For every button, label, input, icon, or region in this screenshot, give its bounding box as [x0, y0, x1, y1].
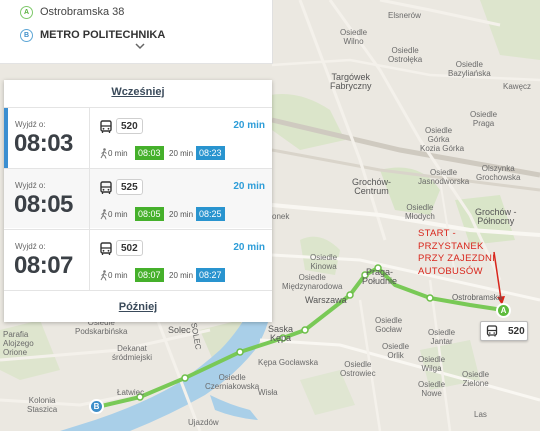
- bus-tag-line: 520: [508, 325, 525, 337]
- depart-time: 08:03: [14, 130, 73, 157]
- arrival-time: 08:25: [196, 207, 225, 221]
- map-label: Osiedle Bazyliańska: [448, 60, 491, 78]
- departure-block: Wyjdź o: 08:07: [4, 230, 90, 290]
- line-number-badge: 502: [116, 240, 143, 256]
- depart-time: 08:07: [14, 252, 73, 279]
- map-label: Elsnerów: [388, 11, 421, 20]
- annotation-line: PRZYSTANEK: [418, 240, 484, 252]
- arrival-time: 08:27: [196, 268, 225, 282]
- origin-badge: A: [20, 5, 33, 19]
- destination-badge: B: [20, 28, 33, 42]
- map-label: Osiedle Czerniakowska: [205, 373, 260, 391]
- map-label: Osiedle Kinowa: [310, 253, 338, 271]
- trip-duration: 20 min: [233, 120, 265, 131]
- map-label: Wisła: [258, 388, 278, 397]
- walk-minutes: 0 min: [108, 271, 128, 280]
- route-endpoints-panel: A Ostrobramska 38 B METRO POLITECHNIKA: [0, 0, 273, 64]
- map-label: Warszawa: [305, 295, 347, 305]
- walk-icon: [100, 148, 107, 159]
- board-time: 08:05: [135, 207, 164, 221]
- depart-time: 08:05: [14, 191, 73, 218]
- divider: [4, 290, 272, 291]
- trip-duration: 20 min: [233, 181, 265, 192]
- map-label: Targówek Fabryczny: [330, 72, 372, 91]
- chevron-down-icon[interactable]: [134, 41, 146, 51]
- map-label: Osiedle Praga: [470, 110, 498, 128]
- annotation-line: START -: [418, 228, 456, 239]
- map-label: Łatwiec: [117, 388, 145, 397]
- map-label: Ujazdów: [188, 418, 219, 427]
- line-number-badge: 525: [116, 179, 143, 195]
- map-label: Osiedle Górka: [425, 126, 453, 144]
- trip-duration: 20 min: [233, 242, 265, 253]
- origin-stop-name: Ostrobramska 38: [40, 6, 125, 18]
- route-option[interactable]: Wyjdź o: 08:05 525 20 min 0 min 08:05 20…: [4, 168, 272, 229]
- walk-minutes: 0 min: [108, 149, 128, 158]
- depart-label: Wyjdź o:: [15, 181, 46, 190]
- line-number-badge: 520: [116, 118, 143, 134]
- departure-block: Wyjdź o: 08:05: [4, 169, 90, 229]
- later-link[interactable]: Później: [4, 301, 272, 313]
- map-label: Olszynka Grochowska: [476, 164, 521, 182]
- map-label: Osiedle Młodych: [405, 203, 435, 221]
- marker-a[interactable]: A: [496, 303, 511, 318]
- map-label: Grochów - Północny: [475, 207, 517, 226]
- board-time: 08:03: [135, 146, 164, 160]
- map-label: Las: [474, 410, 487, 419]
- map-label: Kolonia Staszica: [27, 396, 58, 414]
- departure-block: Wyjdź o: 08:03: [4, 108, 90, 168]
- map-label: Osiedle Ostrowiec: [340, 360, 376, 378]
- ride-minutes: 20 min: [169, 210, 194, 219]
- arrival-time: 08:23: [196, 146, 225, 160]
- map-label: Kępa Gocławska: [258, 358, 319, 367]
- map-label: Kawęcz: [503, 82, 532, 91]
- board-time: 08:07: [135, 268, 164, 282]
- bus-icon: [100, 181, 112, 194]
- map-label: Kozia Górka: [420, 144, 465, 153]
- annotation-line: PRZY ZAJEZDNI: [418, 253, 496, 264]
- route-option[interactable]: Wyjdź o: 08:03 520 20 min 0 min 08:03 20…: [4, 107, 272, 168]
- depart-label: Wyjdź o:: [15, 120, 46, 129]
- ride-minutes: 20 min: [169, 271, 194, 280]
- route-options-panel: Wcześniej Wyjdź o: 08:03 520 20 min 0 mi…: [4, 80, 272, 322]
- map-label: Praga- Południe: [362, 267, 398, 286]
- map-label: Osiedle Jasnodworska: [418, 168, 470, 186]
- route-option[interactable]: Wyjdź o: 08:07 502 20 min 0 min 08:07 20…: [4, 229, 272, 290]
- map-label: Osiedle Ostrołęka: [388, 46, 423, 64]
- map-label: Osiedle Wilga: [418, 355, 446, 373]
- map-label: Solec: [168, 325, 191, 335]
- annotation-line: AUTOBUSÓW: [418, 265, 483, 277]
- marker-b[interactable]: B: [89, 399, 104, 414]
- bus-icon: [486, 325, 498, 337]
- map-label: Osiedle Jantar: [428, 328, 456, 346]
- map-label: Parafia Alojzego Orione: [3, 330, 34, 357]
- map-label: Saska Kępa: [268, 324, 294, 343]
- origin-stop[interactable]: A Ostrobramska 38: [20, 4, 124, 20]
- map-label: Dekanat śródmiejski: [112, 344, 153, 362]
- map-label: Osiedle Zielone: [462, 370, 490, 388]
- map-label: Ostrobramska: [452, 293, 503, 302]
- map-label: Osiedle Międzynarodowa: [282, 273, 343, 291]
- bus-icon: [100, 242, 112, 255]
- map-bus-tag[interactable]: 520: [480, 321, 528, 341]
- map-label: Osiedle Wilno: [340, 28, 368, 46]
- map-label: Grochów- Centrum: [352, 177, 392, 196]
- destination-stop-name: METRO POLITECHNIKA: [40, 29, 166, 41]
- bus-icon: [100, 120, 112, 133]
- ride-minutes: 20 min: [169, 149, 194, 158]
- depart-label: Wyjdź o:: [15, 242, 46, 251]
- walk-icon: [100, 209, 107, 220]
- map-label: Osiedle Orlik: [382, 342, 410, 360]
- walk-minutes: 0 min: [108, 210, 128, 219]
- map-label: onek: [272, 212, 290, 221]
- walk-icon: [100, 270, 107, 281]
- map-label: Osiedle Gocław: [375, 316, 403, 334]
- route-annotation: START - PRZYSTANEK PRZY ZAJEZDNI AUTOBUS…: [418, 228, 495, 278]
- map-label: Osiedle Nowe: [418, 380, 446, 398]
- earlier-link[interactable]: Wcześniej: [4, 86, 272, 98]
